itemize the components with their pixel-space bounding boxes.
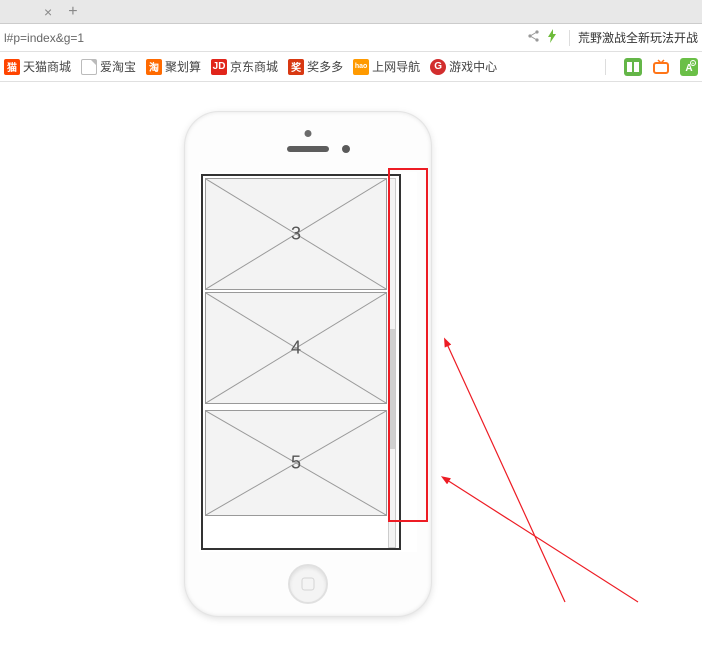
page-icon — [81, 59, 97, 75]
wireframe-number: 3 — [291, 224, 301, 245]
hao-icon: hao — [353, 59, 369, 75]
reader-icon[interactable] — [624, 58, 642, 76]
phone-home-button[interactable] — [288, 564, 328, 604]
news-headline-link[interactable]: 荒野激战全新玩法开战 — [578, 29, 698, 46]
tab-close-button[interactable]: × — [38, 4, 58, 20]
url-fragment[interactable]: l#p=index&g=1 — [4, 31, 84, 45]
wireframe-container: 3 4 5 — [201, 174, 401, 550]
bookmark-bar: 猫 天猫商城 爱淘宝 淘 聚划算 JD 京东商城 奖 奖多多 hao 上网导航 … — [0, 52, 702, 82]
svg-text:+: + — [692, 61, 695, 67]
tv-icon[interactable] — [652, 58, 670, 76]
bookmark-aitao[interactable]: 爱淘宝 — [81, 58, 136, 75]
bookmark-jdd[interactable]: 奖 奖多多 — [288, 58, 343, 75]
arrow-icon — [447, 344, 565, 602]
bolt-icon[interactable] — [543, 29, 561, 46]
bookmark-label: 天猫商城 — [23, 58, 71, 75]
phone-speaker — [287, 146, 329, 152]
divider — [569, 30, 570, 46]
extension-icon[interactable]: A+ — [680, 58, 698, 76]
jdd-icon: 奖 — [288, 59, 304, 75]
phone-sensor — [305, 130, 312, 137]
share-icon[interactable] — [525, 29, 543, 46]
bookmark-label: 爱淘宝 — [100, 58, 136, 75]
wireframe-item-3[interactable]: 3 — [205, 178, 387, 290]
bookmark-label: 上网导航 — [372, 58, 420, 75]
tab-add-button[interactable]: + — [58, 3, 87, 21]
bookmark-jd[interactable]: JD 京东商城 — [211, 58, 278, 75]
arrow-icon — [447, 480, 638, 602]
bookmark-tmall[interactable]: 猫 天猫商城 — [4, 58, 71, 75]
address-bar: l#p=index&g=1 荒野激战全新玩法开战 — [0, 24, 702, 52]
scrollbar[interactable] — [388, 178, 396, 548]
bookmark-jhs[interactable]: 淘 聚划算 — [146, 58, 201, 75]
page-content: 3 4 5 — [0, 82, 702, 658]
game-icon: G — [430, 59, 446, 75]
bookmark-label: 京东商城 — [230, 58, 278, 75]
bookmark-label: 游戏中心 — [449, 58, 497, 75]
wireframe-number: 4 — [291, 338, 301, 359]
wireframe-item-5[interactable]: 5 — [205, 410, 387, 516]
phone-mockup: 3 4 5 — [185, 112, 431, 616]
divider — [605, 59, 606, 75]
bookmark-label: 奖多多 — [307, 58, 343, 75]
scrollbar-thumb[interactable] — [389, 329, 395, 449]
phone-screen: 3 4 5 — [199, 172, 417, 552]
bookmark-game[interactable]: G 游戏中心 — [430, 58, 497, 75]
jhs-icon: 淘 — [146, 59, 162, 75]
tmall-icon: 猫 — [4, 59, 20, 75]
wireframe-item-4[interactable]: 4 — [205, 292, 387, 404]
browser-tabbar: × + — [0, 0, 702, 24]
bookmark-hao[interactable]: hao 上网导航 — [353, 58, 420, 75]
bookmark-label: 聚划算 — [165, 58, 201, 75]
phone-camera-icon — [342, 145, 350, 153]
jd-icon: JD — [211, 59, 227, 75]
wireframe-number: 5 — [291, 453, 301, 474]
